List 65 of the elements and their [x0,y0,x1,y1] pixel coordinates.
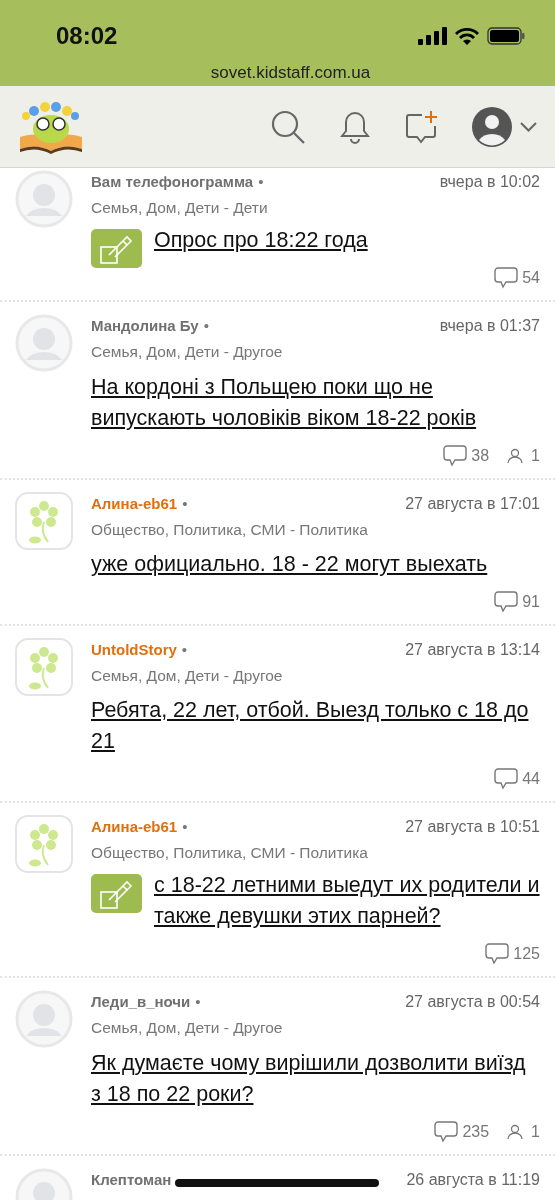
topic-link[interactable]: с 18-22 летними выедут их родители и также девушки этих парней? [91,870,540,933]
author-link[interactable]: UntoldStory [91,638,177,662]
topic-link[interactable]: Як думаєте чому вирішили дозволити виїзд з 18 по 22 роки? [91,1047,540,1110]
flower-avatar[interactable] [15,637,73,696]
author-link[interactable]: Алина-eb61 [91,492,178,515]
comment-icon [494,267,519,290]
post-time: вчера в 01:37 [439,316,540,337]
category-text[interactable]: Семья, Дом, Дети - Другое [91,343,283,361]
author-link[interactable]: Вам телефонограмма [91,171,254,194]
participant-count: 1 [531,1121,540,1142]
comment-count: 125 [513,944,540,965]
post-time: 26 августа в 11:19 [406,1169,540,1190]
comment-icon [494,768,519,790]
separator-dot: • [195,992,201,1013]
comment-count: 91 [522,591,540,612]
category-text[interactable]: Семья, Дом, Дети - Другое [91,666,283,684]
comment-icon [434,1120,459,1143]
category-text[interactable]: Семья, Дом, Дети - Дети [91,199,268,216]
comment-icon [494,590,519,613]
author-link[interactable]: Алина-eb61 [91,816,178,839]
topic-link[interactable]: Опрос про 18:22 года [91,225,540,257]
avatar-icon[interactable] [15,170,73,228]
category-text[interactable]: Общество, Политика, СМИ - Политика [91,520,368,538]
comment-count: 54 [522,268,540,289]
separator-dot: • [258,172,264,192]
chevron-icon[interactable] [520,121,537,132]
separator-dot: • [203,316,209,337]
category-text[interactable]: Семья, Дом, Дети - Другое [91,1019,283,1037]
comment-icon [485,943,510,966]
status-time: 08:02 [56,21,118,51]
user-avatar-icon[interactable] [472,106,512,147]
new-message-icon[interactable] [404,109,438,144]
signal-icon [418,27,447,45]
topic-link[interactable]: Ребята, 22 лет, отбой. Выезд только с 18 до 21 [91,695,540,757]
wifi-icon [455,27,479,45]
post-time: 27 августа в 10:51 [405,817,540,837]
post-time: 27 августа в 13:14 [405,639,540,660]
author-link[interactable]: Леди_в_ночи [91,991,191,1014]
user-icon [507,447,524,464]
user-icon [507,1123,524,1140]
post-time: 27 августа в 17:01 [405,493,540,514]
participant-count: 1 [531,445,540,466]
post-time: вчера в 10:02 [439,172,540,192]
avatar-icon[interactable] [15,990,73,1049]
avatar-icon[interactable] [15,314,73,373]
comment-count: 235 [462,1121,490,1142]
home-indicator[interactable] [175,1179,379,1187]
comment-count: 44 [522,769,540,789]
separator-dot: • [181,639,188,660]
separator-dot: • [182,817,188,837]
battery-icon [487,27,525,45]
bell-icon[interactable] [340,109,370,144]
comment-icon [443,444,468,467]
author-link[interactable]: Клептоман [91,1168,172,1191]
search-icon[interactable] [270,108,306,145]
url-text[interactable]: sovet.kidstaff.com.ua [210,63,371,82]
flower-avatar[interactable] [15,491,73,550]
topic-link[interactable]: уже официально. 18 - 22 могут выехать [91,548,540,580]
category-text[interactable]: Общество, Политика, СМИ - Политика [91,844,368,861]
flower-avatar[interactable] [15,815,73,873]
author-link[interactable]: Мандолина Бу [91,315,199,338]
post-time: 27 августа в 00:54 [405,992,540,1013]
topic-link[interactable]: На кордоні з Польщею поки що не випускають чоловіків віком 18-22 років [91,371,540,434]
separator-dot: • [182,493,188,514]
comment-count: 38 [471,445,490,466]
